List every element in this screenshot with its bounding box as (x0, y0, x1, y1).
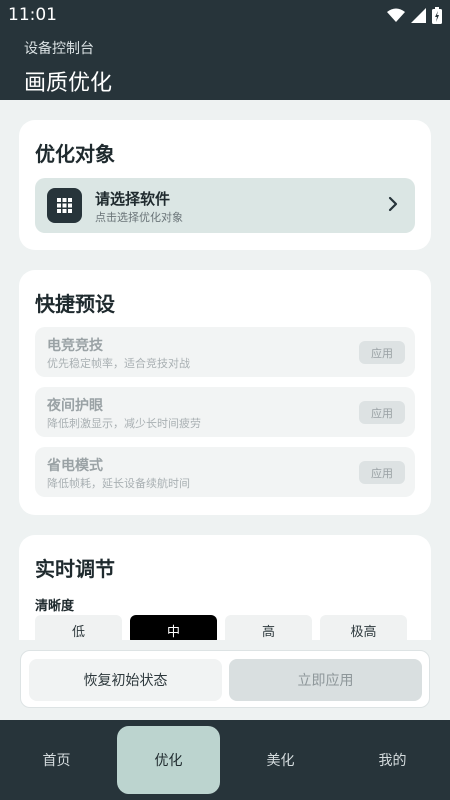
preset-apply-button[interactable]: 应用 (359, 341, 405, 364)
clarity-option-medium[interactable]: 中 (130, 615, 217, 640)
app-grid-icon (47, 188, 82, 223)
clarity-label: 清晰度 (35, 599, 75, 614)
preset-apply-button[interactable]: 应用 (359, 461, 405, 484)
clarity-option-ultra[interactable]: 极高 (320, 615, 407, 640)
page-title: 画质优化 (24, 71, 113, 96)
preset-name: 电竞竞技 (47, 338, 103, 354)
presets-card-title: 快捷预设 (35, 292, 115, 316)
preset-desc: 降低帧耗，延长设备续航时间 (47, 477, 190, 490)
status-bar: 11:01 (0, 0, 450, 30)
cellular-signal-icon (411, 8, 426, 23)
preset-power-saving[interactable]: 省电模式 降低帧耗，延长设备续航时间 应用 (35, 447, 415, 497)
target-card-title: 优化对象 (35, 142, 115, 166)
status-time: 11:01 (8, 5, 57, 25)
realtime-card-title: 实时调节 (35, 557, 115, 581)
preset-apply-button[interactable]: 应用 (359, 401, 405, 424)
action-bar: 恢复初始状态 立即应用 (20, 650, 430, 708)
nav-item-mine[interactable]: 我的 (341, 726, 444, 794)
select-app-title: 请选择软件 (95, 190, 171, 208)
chevron-right-icon (388, 196, 398, 212)
apply-now-button[interactable]: 立即应用 (229, 659, 422, 701)
preset-night-eye-care[interactable]: 夜间护眼 降低刺激显示，减少长时间疲劳 应用 (35, 387, 415, 437)
select-app-subtitle: 点击选择优化对象 (95, 211, 183, 224)
reset-button[interactable]: 恢复初始状态 (29, 659, 222, 701)
preset-desc: 优先稳定帧率，适合竞技对战 (47, 357, 190, 370)
select-app-row[interactable]: 请选择软件 点击选择优化对象 (35, 178, 415, 233)
preset-name: 省电模式 (47, 458, 103, 474)
header-subtitle: 设备控制台 (24, 41, 94, 57)
presets-card: 快捷预设 电竞竞技 优先稳定帧率，适合竞技对战 应用 夜间护眼 降低刺激显示，减… (19, 270, 431, 515)
nav-item-home[interactable]: 首页 (5, 726, 108, 794)
bottom-nav: 首页 优化 美化 我的 (0, 720, 450, 800)
preset-name: 夜间护眼 (47, 398, 103, 414)
status-icons (387, 7, 442, 24)
wifi-icon (387, 8, 405, 22)
nav-item-beautify[interactable]: 美化 (229, 726, 332, 794)
realtime-card: 实时调节 清晰度 低 中 高 极高 (19, 535, 431, 640)
preset-esports[interactable]: 电竞竞技 优先稳定帧率，适合竞技对战 应用 (35, 327, 415, 377)
battery-icon (432, 7, 442, 24)
target-card: 优化对象 请选择软件 点击选择优化对象 (19, 120, 431, 250)
clarity-option-low[interactable]: 低 (35, 615, 122, 640)
main-content[interactable]: 优化对象 请选择软件 点击选择优化对象 快捷预设 电竞竞技 优先稳定帧率，适合竞… (0, 100, 450, 640)
preset-desc: 降低刺激显示，减少长时间疲劳 (47, 417, 201, 430)
app-bar: 设备控制台 画质优化 (0, 30, 450, 100)
nav-item-optimize[interactable]: 优化 (117, 726, 220, 794)
clarity-option-high[interactable]: 高 (225, 615, 312, 640)
